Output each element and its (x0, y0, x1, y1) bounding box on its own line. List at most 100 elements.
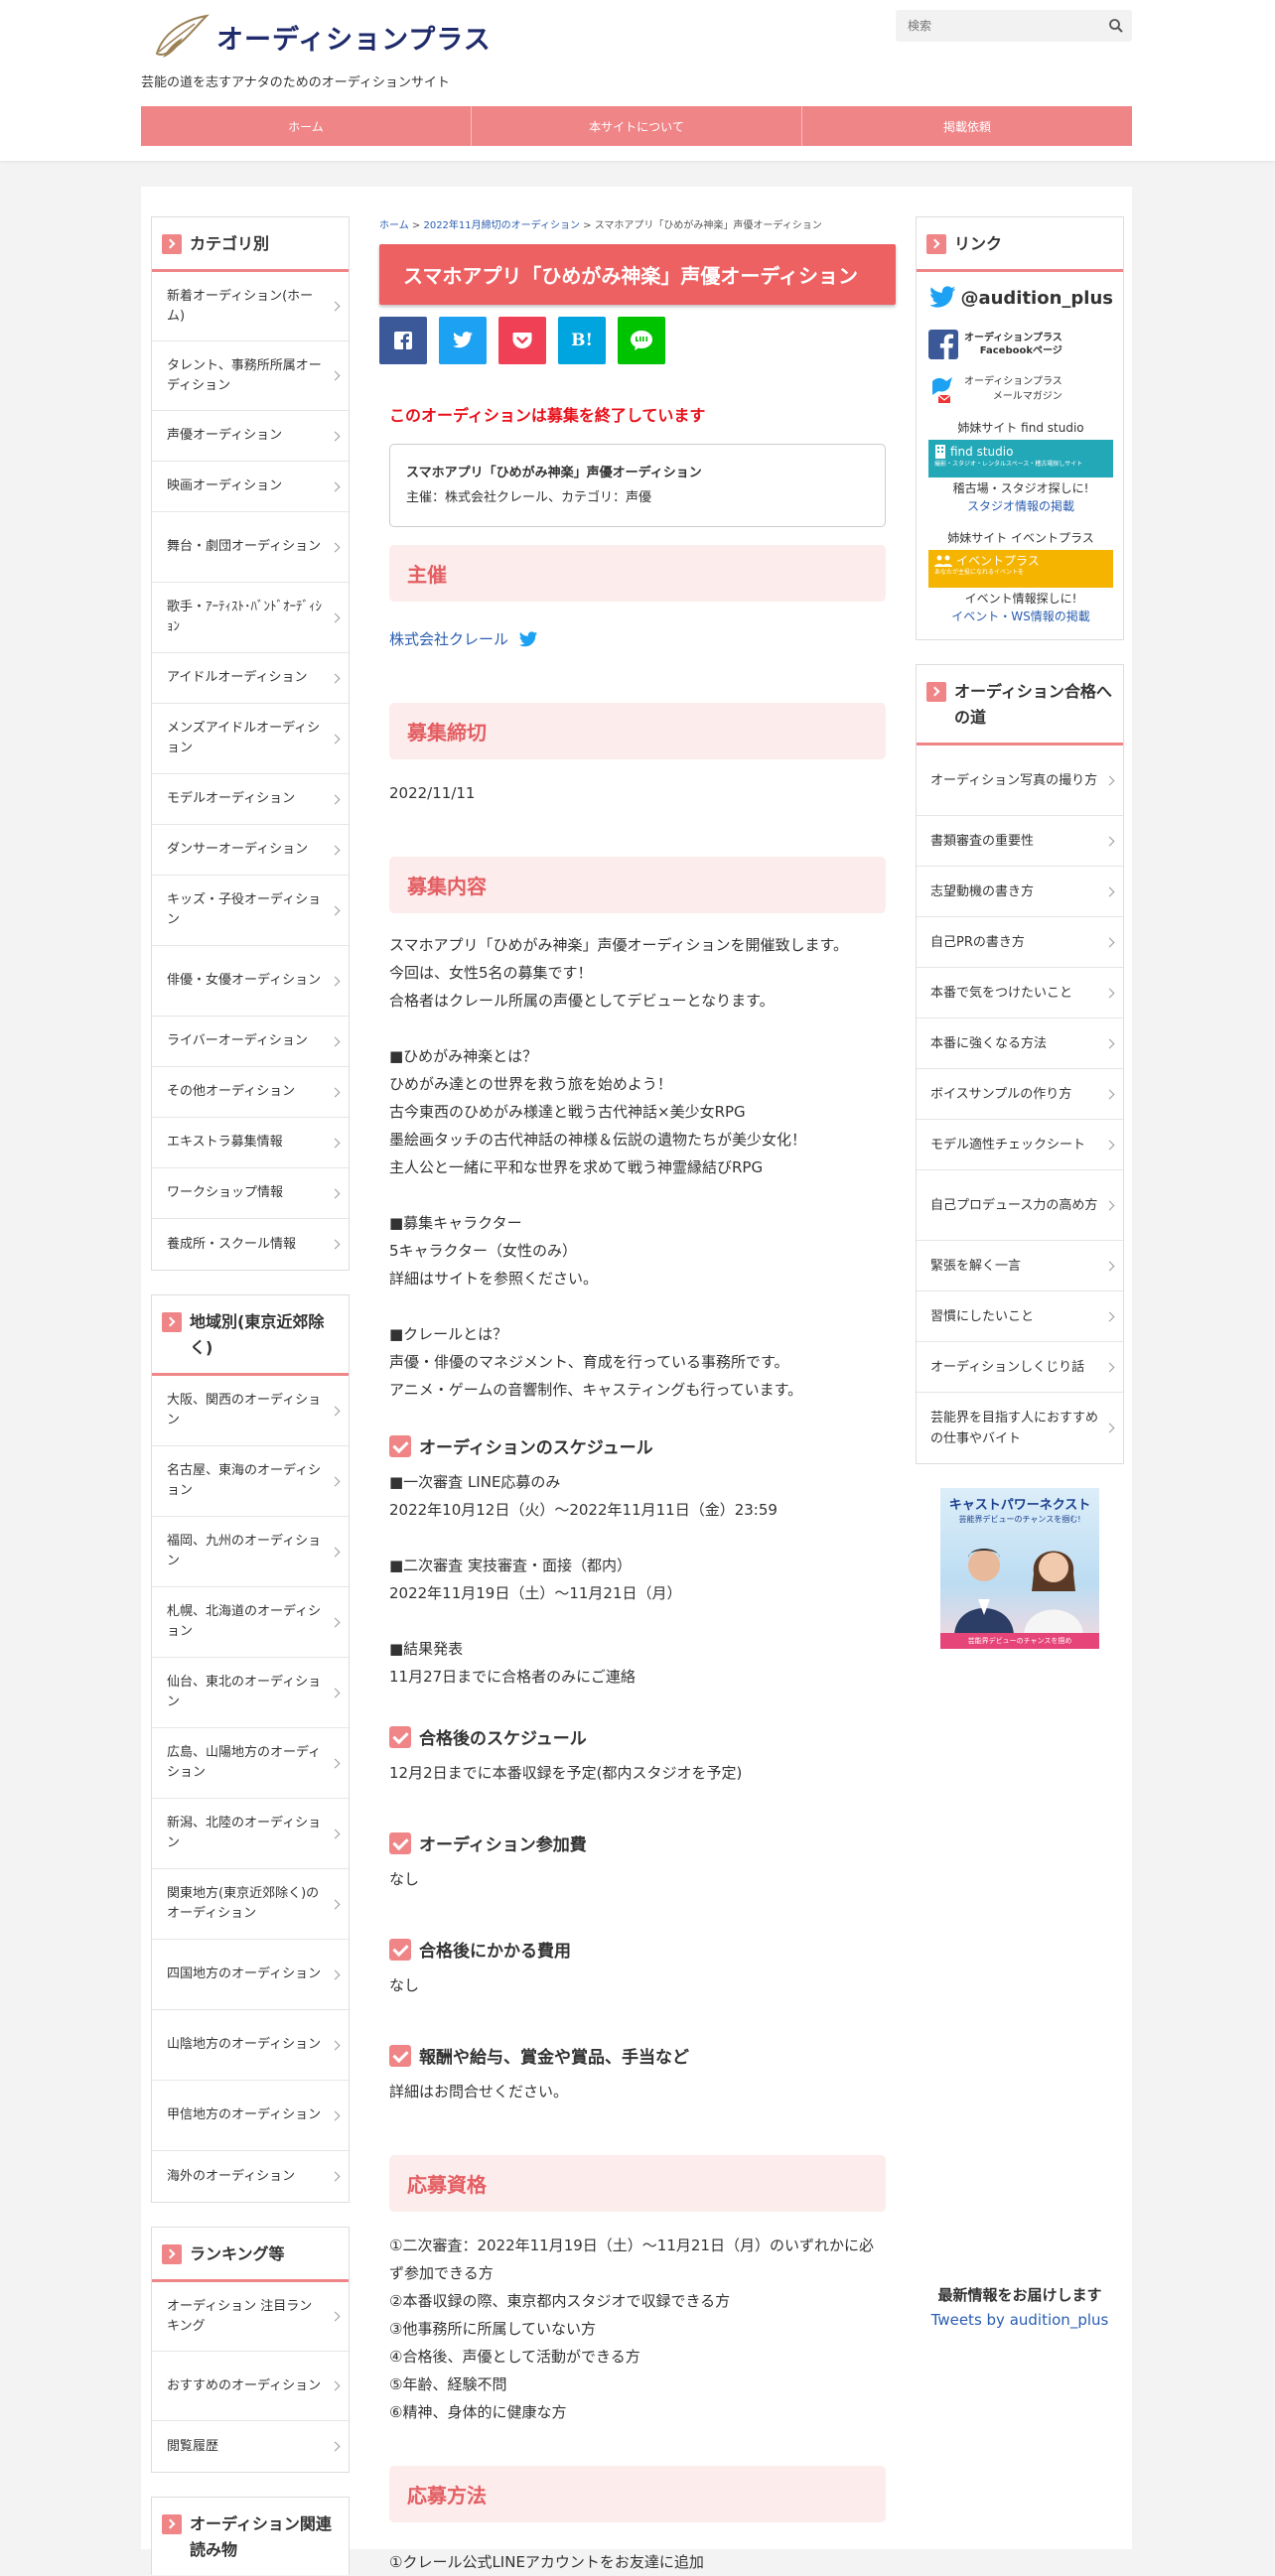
search-icon[interactable] (1108, 18, 1124, 34)
pocket-share-button[interactable] (498, 317, 546, 364)
event-plus-banner[interactable]: イベントプラス あなたが主役になれるイベントを (928, 550, 1113, 588)
sidebar-item-road[interactable]: モデル適性チェックシート (917, 1120, 1123, 1170)
hatena-share-button[interactable]: B! (558, 317, 606, 364)
facebook-page-link[interactable]: オーディションプラス Facebookページ (928, 330, 1113, 359)
person-photo-icon (1024, 1551, 1083, 1635)
sidebar-item-category[interactable]: メンズアイドルオーディション (152, 704, 349, 774)
sidebar-item-category[interactable]: 舞台・劇団オーディション (152, 512, 349, 583)
site-logo[interactable]: オーディションプラス (149, 10, 492, 64)
sidebar-item-category[interactable]: ライバーオーディション (152, 1017, 349, 1067)
region-widget: 地域別(東京近郊除く) 大阪、関西のオーディション 名古屋、東海のオーディション福… (151, 1294, 350, 2203)
sidebar-item-region[interactable]: 広島、山陽地方のオーディション (152, 1728, 349, 1799)
section-heading-method: 応募方法 (389, 2466, 886, 2522)
studio-info-link[interactable]: スタジオ情報の掲載 (967, 499, 1074, 513)
method-text: ①クレール公式LINEアカウントをお友達に追加 (389, 2553, 704, 2571)
sidebar-item-region[interactable]: 四国地方のオーディション (152, 1940, 349, 2010)
chevron-right-icon (330, 1617, 341, 1627)
sidebar-item-category[interactable]: 映画オーディション (152, 462, 349, 512)
sidebar-item-region[interactable]: 福岡、九州のオーディション (152, 1517, 349, 1587)
category-widget: カテゴリ別 新着オーディション(ホーム) タレント、事務所所属オーディション 声優オ… (151, 216, 350, 1271)
sidebar-item-category[interactable]: 養成所・スクール情報 (152, 1219, 349, 1270)
sidebar-item-category[interactable]: キッズ・子役オーディション (152, 876, 349, 946)
sidebar-item-category[interactable]: 新着オーディション(ホーム) (152, 272, 349, 341)
schedule-text: ■一次審査 LINE応募のみ 2022年10月12日（火）～2022年11月11日… (389, 1468, 886, 1691)
sidebar-item-category[interactable]: 俳優・女優オーディション (152, 946, 349, 1017)
sidebar-item-category[interactable]: タレント、事務所所属オーディション (152, 341, 349, 411)
chevron-right-icon (1104, 988, 1115, 998)
sidebar-item-road[interactable]: 志望動機の書き方 (917, 867, 1123, 917)
sidebar-item-road[interactable]: オーディションしくじり話 (917, 1342, 1123, 1393)
sidebar-item-category[interactable]: アイドルオーディション (152, 653, 349, 704)
sidebar-item-road[interactable]: ボイスサンプルの作り方 (917, 1069, 1123, 1120)
twitter-icon[interactable] (518, 630, 538, 648)
sidebar-item-road[interactable]: 習慣にしたいこと (917, 1291, 1123, 1342)
search-input[interactable] (896, 10, 1094, 42)
sidebar-item-road[interactable]: 自己PRの書き方 (917, 917, 1123, 968)
sidebar-item-road[interactable]: 緊張を解く一言 (917, 1241, 1123, 1291)
sidebar-item-region[interactable]: 山陰地方のオーディション (152, 2010, 349, 2081)
sidebar-item-region[interactable]: 大阪、関西のオーディション (152, 1376, 349, 1446)
sidebar-item-road[interactable]: 自己プロデュース力の高め方 (917, 1170, 1123, 1241)
sidebar-item-category[interactable]: モデルオーディション (152, 774, 349, 825)
sidebar-item-category[interactable]: エキストラ募集情報 (152, 1118, 349, 1168)
chevron-square-icon (162, 2244, 182, 2264)
castpower-ad-banner[interactable]: キャストパワーネクスト 芸能界デビューのチャンスを掴む! 芸能界デビューのチャン… (940, 1488, 1099, 1649)
chevron-right-icon (330, 1087, 341, 1097)
sidebar-item-region[interactable]: 仙台、東北のオーディション (152, 1658, 349, 1728)
qualify-text: ①二次審査：2022年11月19日（土）～11月21日（月）のいずれかに必ず参加… (389, 2232, 886, 2426)
tweets-widget: 最新情報をお届けします Tweets by audition_plus (916, 2284, 1124, 2329)
text-line: ■募集キャラクター (389, 1214, 522, 1232)
building-icon (935, 445, 945, 459)
text-line: 今回は、女性5名の募集です！ (389, 964, 593, 982)
breadcrumb-home[interactable]: ホーム (379, 220, 409, 231)
sidebar-item-region[interactable]: 新潟、北陸のオーディション (152, 1799, 349, 1869)
text-line: ①二次審査：2022年11月19日（土）～11月21日（月）のいずれかに必ず参加… (389, 2237, 874, 2282)
sidebar-item-region[interactable]: 甲信地方のオーディション (152, 2081, 349, 2151)
audition-summary-box: スマホアプリ「ひめがみ神楽」声優オーディション 主催：株式会社クレール、カテゴリ… (389, 444, 886, 527)
text-line: 5キャラクター（女性のみ） (389, 1242, 577, 1260)
nav-about[interactable]: 本サイトについて (472, 106, 802, 146)
sidebar-item-region[interactable]: 海外のオーディション (152, 2151, 349, 2202)
tweets-title: 最新情報をお届けします (937, 2286, 1102, 2304)
subheading-cost: 合格後にかかる費用 (389, 1937, 886, 1962)
category-list: 新着オーディション(ホーム) タレント、事務所所属オーディション 声優オーディション… (152, 272, 349, 1270)
sidebar-item-ranking[interactable]: おすすめのオーディション (152, 2352, 349, 2421)
mail-magazine-link[interactable]: オーディションプラス メールマガジン (928, 373, 1113, 405)
sidebar-item-region[interactable]: 関東地方(東京近郊除く)のオーディション (152, 1869, 349, 1940)
sidebar-item-ranking[interactable]: オーディション 注目ランキング (152, 2282, 349, 2352)
breadcrumb-category[interactable]: 2022年11月締切のオーディション (423, 220, 579, 231)
mail-bird-icon (932, 377, 952, 403)
twitter-share-button[interactable] (439, 317, 487, 364)
global-nav: ホーム 本サイトについて 掲載依頼 (141, 106, 1132, 146)
sidebar-item-category[interactable]: 声優オーディション (152, 411, 349, 462)
event-info-link[interactable]: イベント・WS情報の掲載 (951, 610, 1089, 623)
sidebar-item-category[interactable]: ダンサーオーディション (152, 825, 349, 876)
chevron-right-icon (1104, 1200, 1115, 1210)
line-share-button[interactable] (618, 317, 665, 364)
sidebar-item-ranking[interactable]: 閲覧履歴 (152, 2421, 349, 2472)
sidebar-item-road[interactable]: 書類審査の重要性 (917, 816, 1123, 867)
line-icon (631, 331, 652, 350)
sidebar-item-region[interactable]: 名古屋、東海のオーディション (152, 1446, 349, 1517)
section-heading-qualify: 応募資格 (389, 2155, 886, 2212)
sidebar-item-region[interactable]: 札幌、北海道のオーディション (152, 1587, 349, 1658)
article-body: このオーディションは募集を終了しています スマホアプリ「ひめがみ神楽」声優オーデ… (379, 402, 896, 2576)
sidebar-item-road[interactable]: オーディション写真の撮り方 (917, 746, 1123, 816)
organizer-link[interactable]: 株式会社クレール (389, 625, 508, 653)
find-studio-banner[interactable]: find studio 撮影・スタジオ・レンタルスペース・稽古場探しサイト (928, 440, 1113, 477)
subheading-after: 合格後のスケジュール (389, 1724, 886, 1749)
sidebar-item-category[interactable]: ワークショップ情報 (152, 1168, 349, 1219)
sidebar-item-road[interactable]: 芸能界を目指す人におすすめの仕事やバイト (917, 1393, 1123, 1463)
nav-home[interactable]: ホーム (141, 106, 472, 146)
sidebar-item-road[interactable]: 本番に強くなる方法 (917, 1018, 1123, 1069)
facebook-share-button[interactable] (379, 317, 427, 364)
tweets-link[interactable]: Tweets by audition_plus (931, 2311, 1109, 2329)
chevron-right-icon (1104, 1140, 1115, 1150)
breadcrumb: ホーム > 2022年11月締切のオーディション > スマホアプリ「ひめがみ神楽… (379, 220, 822, 231)
sidebar-item-category[interactable]: その他オーディション (152, 1067, 349, 1118)
twitter-account-link[interactable]: @audition_plus (928, 284, 1113, 312)
nav-request[interactable]: 掲載依頼 (802, 106, 1132, 146)
chevron-right-icon (330, 1899, 341, 1909)
sidebar-item-category[interactable]: 歌手・ｱｰﾃｨｽﾄ･ﾊﾞﾝﾄﾞｵｰﾃﾞｨｼｮﾝ (152, 583, 349, 653)
sidebar-item-road[interactable]: 本番で気をつけたいこと (917, 968, 1123, 1018)
